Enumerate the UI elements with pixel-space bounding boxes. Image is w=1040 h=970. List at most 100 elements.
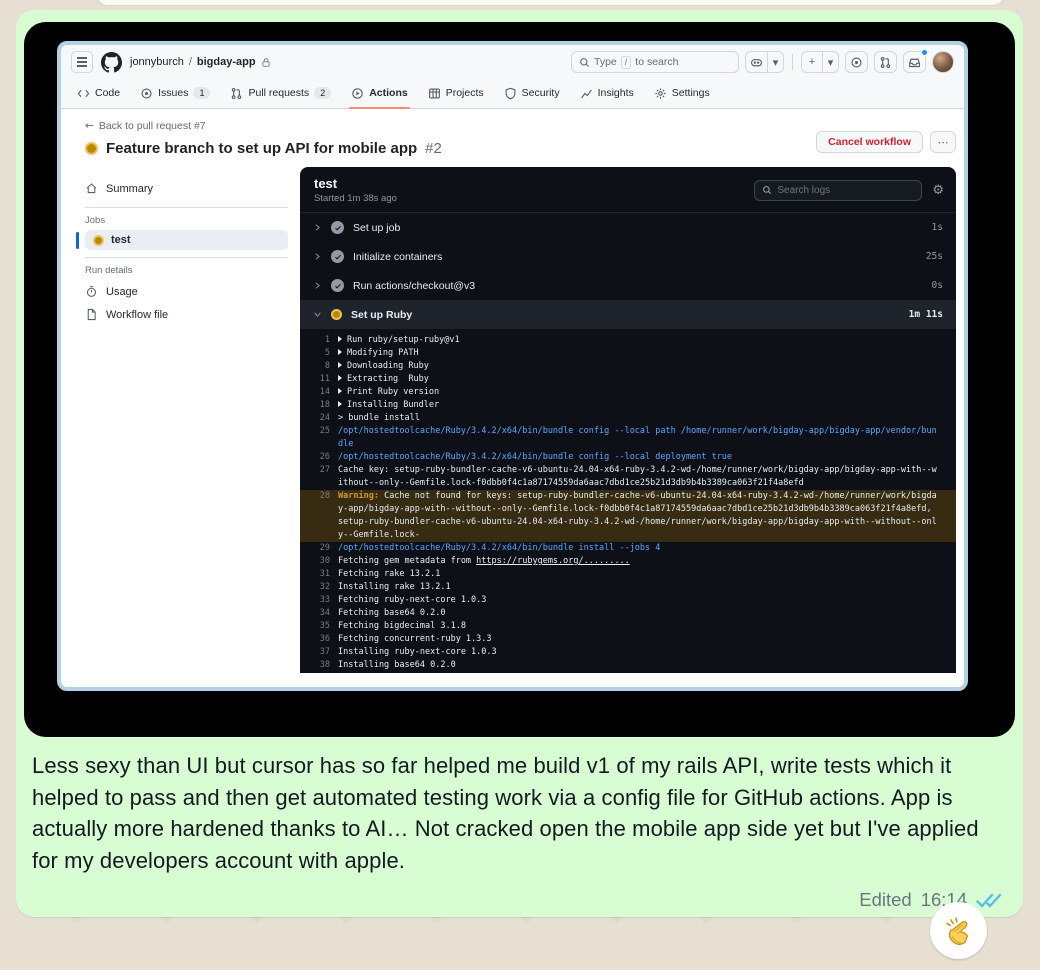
log-line: 35Fetching bigdecimal 3.1.8: [300, 620, 956, 633]
tab-projects[interactable]: Projects: [420, 78, 492, 108]
log-line: 24> bundle install: [300, 412, 956, 425]
group-expand-triangle-icon[interactable]: [338, 336, 342, 342]
log-line-text: Extracting Ruby: [338, 373, 956, 386]
message-text: Less sexy than UI but cursor has so far …: [32, 750, 1008, 876]
group-expand-triangle-icon[interactable]: [338, 375, 342, 381]
reaction-badge[interactable]: [930, 902, 987, 959]
log-line-number[interactable]: 24: [300, 412, 338, 425]
log-line-number[interactable]: 34: [300, 607, 338, 620]
log-line-number[interactable]: 1: [300, 334, 338, 347]
search-icon: [762, 185, 772, 195]
log-step-run-actions-checkout-v3[interactable]: Run actions/checkout@v30s: [300, 271, 956, 300]
log-line-number[interactable]: 18: [300, 399, 338, 412]
group-expand-triangle-icon[interactable]: [338, 401, 342, 407]
group-expand-triangle-icon[interactable]: [338, 362, 342, 368]
run-status-in-progress-icon: [85, 142, 98, 155]
log-line-text: Cache key: setup-ruby-bundler-cache-v6-u…: [338, 464, 956, 490]
message-bubble[interactable]: jonnyburch / bigday-app Type / to search…: [16, 10, 1023, 917]
tab-settings[interactable]: Settings: [646, 78, 718, 108]
previous-message-bubble-fragment: [95, 0, 1006, 6]
more-options-button[interactable]: ⋯: [930, 131, 956, 153]
global-search-input[interactable]: Type / to search: [571, 51, 739, 73]
step-duration: 25s: [926, 251, 943, 262]
log-line-text: Fetching rake 13.2.1: [338, 568, 956, 581]
screenshot-image[interactable]: jonnyburch / bigday-app Type / to search…: [24, 22, 1015, 737]
log-line-number[interactable]: 29: [300, 542, 338, 555]
log-line-text: /opt/hostedtoolcache/Ruby/3.4.2/x64/bin/…: [338, 451, 956, 464]
log-line-number[interactable]: 33: [300, 594, 338, 607]
chevron-right-icon[interactable]: [313, 281, 322, 290]
sidebar-item-workflow-file[interactable]: Workflow file: [85, 303, 288, 326]
log-line-number[interactable]: 32: [300, 581, 338, 594]
search-logs-box[interactable]: [754, 180, 922, 201]
log-step-set-up-ruby[interactable]: Set up Ruby1m 11s: [300, 300, 956, 329]
chevron-right-icon[interactable]: [313, 252, 322, 261]
log-settings-gear-icon[interactable]: ⚙: [932, 183, 944, 198]
log-line: 27Cache key: setup-ruby-bundler-cache-v6…: [300, 464, 956, 490]
hamburger-menu-button[interactable]: [71, 51, 93, 73]
sidebar-item-job-test[interactable]: test: [85, 230, 288, 250]
tab-label: Pull requests: [248, 87, 309, 99]
log-line-number[interactable]: 35: [300, 620, 338, 633]
log-line-number[interactable]: 28: [300, 490, 338, 542]
create-new-button[interactable]: +: [801, 51, 823, 73]
log-line-number[interactable]: 37: [300, 646, 338, 659]
log-line: 1Run ruby/setup-ruby@v1: [300, 334, 956, 347]
breadcrumb: jonnyburch / bigday-app: [130, 56, 271, 68]
sidebar-divider: [85, 207, 288, 208]
github-logo-icon[interactable]: [101, 52, 122, 73]
group-expand-triangle-icon[interactable]: [338, 349, 342, 355]
slash-key-hint: /: [621, 56, 632, 69]
log-line-number[interactable]: 25: [300, 425, 338, 451]
log-job-name: test: [314, 176, 397, 191]
pull-requests-header-button[interactable]: [874, 51, 897, 73]
log-line-number[interactable]: 11: [300, 373, 338, 386]
log-step-set-up-job[interactable]: Set up job1s: [300, 213, 956, 242]
log-step-initialize-containers[interactable]: Initialize containers25s: [300, 242, 956, 271]
chevron-down-icon[interactable]: [313, 310, 322, 319]
user-avatar[interactable]: [932, 51, 954, 73]
tab-counter: 1: [193, 87, 210, 99]
tab-insights[interactable]: Insights: [572, 78, 642, 108]
log-line: 28Warning: Cache not found for keys: set…: [300, 490, 956, 542]
step-name: Run actions/checkout@v3: [353, 280, 475, 292]
sidebar-divider: [85, 257, 288, 258]
log-line-number[interactable]: 5: [300, 347, 338, 360]
repo-owner-link[interactable]: jonnyburch: [130, 56, 184, 68]
cancel-workflow-button[interactable]: Cancel workflow: [816, 131, 923, 153]
search-logs-input[interactable]: [777, 185, 897, 196]
tab-issues[interactable]: Issues1: [132, 78, 218, 108]
copilot-dropdown-caret[interactable]: ▾: [768, 51, 784, 73]
insights-icon: [580, 87, 593, 100]
tab-pull-requests[interactable]: Pull requests 2: [222, 78, 339, 108]
pull-request-icon: [230, 87, 243, 100]
edited-label: Edited: [859, 889, 911, 911]
copilot-button[interactable]: [745, 51, 768, 73]
tab-label: Code: [95, 87, 120, 99]
group-expand-triangle-icon[interactable]: [338, 388, 342, 394]
sidebar-item-usage[interactable]: Usage: [85, 280, 288, 303]
create-new-caret[interactable]: ▾: [823, 51, 839, 73]
log-line: 25/opt/hostedtoolcache/Ruby/3.4.2/x64/bi…: [300, 425, 956, 451]
log-line-number[interactable]: 8: [300, 360, 338, 373]
tab-actions[interactable]: Actions: [343, 78, 416, 108]
log-line-number[interactable]: 26: [300, 451, 338, 464]
tab-counter: 2: [314, 87, 331, 99]
log-line-number[interactable]: 27: [300, 464, 338, 490]
run-title: Feature branch to set up API for mobile …: [106, 140, 417, 157]
log-line-number[interactable]: 38: [300, 659, 338, 672]
log-line-number[interactable]: 31: [300, 568, 338, 581]
sidebar-item-summary[interactable]: Summary: [85, 177, 288, 200]
search-icon: [579, 57, 590, 68]
inbox-button[interactable]: [903, 51, 926, 73]
log-line-number[interactable]: 14: [300, 386, 338, 399]
log-line-number[interactable]: 30: [300, 555, 338, 568]
tab-code[interactable]: Code: [69, 78, 128, 108]
log-line-text: Installing rake 13.2.1: [338, 581, 956, 594]
chevron-right-icon[interactable]: [313, 223, 322, 232]
issues-header-button[interactable]: [845, 51, 868, 73]
log-line-number[interactable]: 36: [300, 633, 338, 646]
log-link[interactable]: https://rubygems.org/.........: [476, 556, 630, 566]
tab-security[interactable]: Security: [496, 78, 568, 108]
repo-name-link[interactable]: bigday-app: [197, 56, 256, 68]
